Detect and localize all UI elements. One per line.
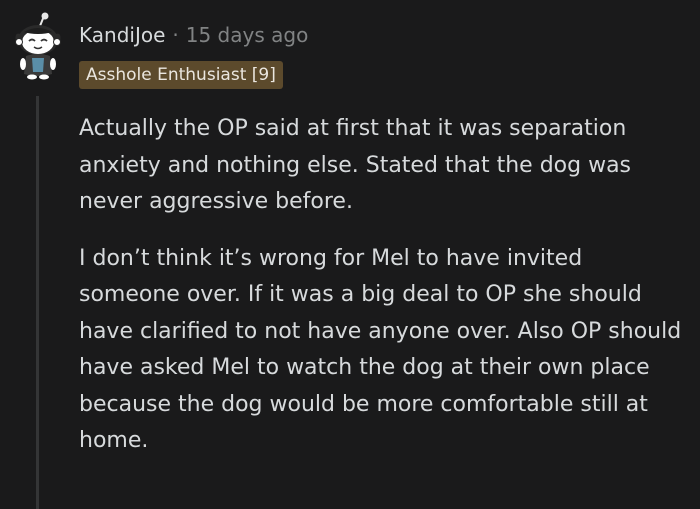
snoo-avatar-icon: [15, 12, 61, 80]
comment-paragraph-2: I don’t think it’s wrong for Mel to have…: [79, 245, 682, 454]
thread-collapse-line[interactable]: [36, 96, 39, 509]
comment-meta: KandiJoe · 15 days ago: [79, 20, 308, 50]
comment-paragraph-1: Actually the OP said at first that it wa…: [79, 116, 632, 214]
user-flair-badge: Asshole Enthusiast [9]: [79, 61, 283, 89]
comment-body: Actually the OP said at first that it wa…: [79, 111, 689, 460]
avatar[interactable]: [10, 12, 66, 82]
comment-timestamp[interactable]: 15 days ago: [186, 23, 309, 47]
username-link[interactable]: KandiJoe: [79, 23, 165, 47]
meta-separator: ·: [172, 23, 179, 47]
